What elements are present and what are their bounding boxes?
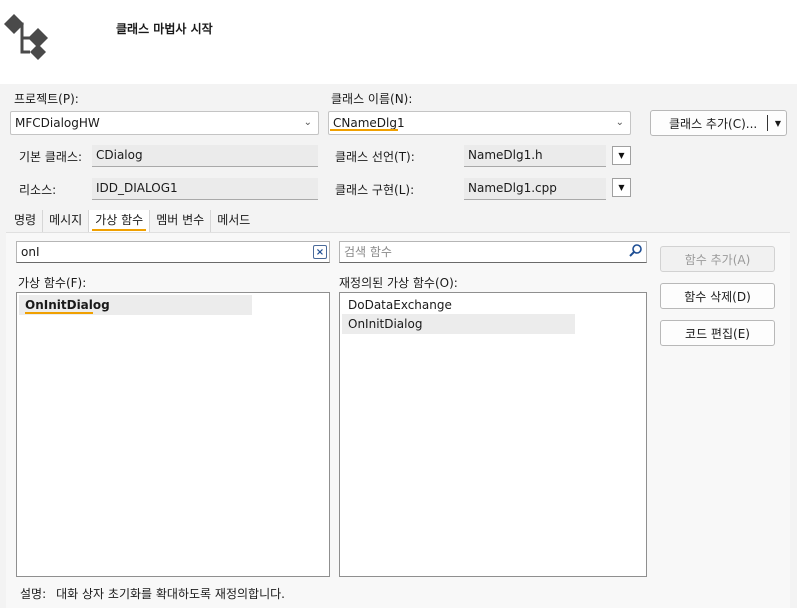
list-item-dodataexchange[interactable]: DoDataExchange <box>342 295 575 315</box>
add-class-dropdown-icon[interactable]: ▼ <box>770 111 786 135</box>
chevron-down-icon: ⌄ <box>303 117 312 128</box>
tab-member-variables[interactable]: 멤버 변수 <box>150 210 212 232</box>
description: 설명: 대화 상자 초기화를 확대하도록 재정의합니다. <box>20 585 285 602</box>
wizard-title: 클래스 마법사 시작 <box>116 22 213 36</box>
project-value: MFCDialogHW <box>15 116 100 130</box>
filter-input[interactable]: onI <box>16 241 330 263</box>
resource-label: 리소스: <box>19 183 57 197</box>
wizard-header <box>0 0 797 84</box>
filter-value: onI <box>21 245 40 259</box>
tab-strip: 명령 메시지 가상 함수 멤버 변수 메서드 <box>8 210 256 232</box>
description-label: 설명: <box>20 587 47 601</box>
class-name-highlight <box>330 129 398 131</box>
list-item-oninitdialog[interactable]: OnInitDialog <box>342 314 575 334</box>
class-implementation-dropdown-icon[interactable]: ▼ <box>612 178 631 197</box>
description-text: 대화 상자 초기화를 확대하도록 재정의합니다. <box>56 587 285 601</box>
base-class-field: CDialog <box>92 145 318 167</box>
class-declaration-dropdown-icon[interactable]: ▼ <box>612 146 631 165</box>
virtual-function-highlight <box>25 312 93 314</box>
search-placeholder: 검색 함수 <box>344 245 392 259</box>
class-declaration-label: 클래스 선언(T): <box>335 150 415 164</box>
search-icon[interactable] <box>628 243 644 259</box>
class-name-label: 클래스 이름(N): <box>331 92 413 106</box>
tab-virtual-functions[interactable]: 가상 함수 <box>89 210 151 232</box>
split-divider <box>767 115 768 131</box>
clear-filter-icon[interactable]: × <box>313 245 327 259</box>
tab-commands[interactable]: 명령 <box>8 210 44 232</box>
project-combo[interactable]: MFCDialogHW ⌄ <box>10 111 319 135</box>
add-class-label: 클래스 추가(C)... <box>669 116 758 131</box>
virtual-functions-label: 가상 함수(F): <box>18 276 87 290</box>
base-class-label: 기본 클래스: <box>19 150 83 164</box>
edit-code-button[interactable]: 코드 편집(E) <box>660 320 775 346</box>
class-implementation-field: NameDlg1.cpp <box>464 178 606 200</box>
resource-field: IDD_DIALOG1 <box>92 178 318 200</box>
tab-methods[interactable]: 메서드 <box>211 210 256 232</box>
add-function-button[interactable]: 함수 추가(A) <box>660 246 775 272</box>
search-input[interactable]: 검색 함수 <box>339 241 647 263</box>
class-declaration-field: NameDlg1.h <box>464 145 606 167</box>
project-label: 프로젝트(P): <box>14 92 79 106</box>
class-name-value: CNameDlg1 <box>333 116 405 130</box>
delete-function-button[interactable]: 함수 삭제(D) <box>660 283 775 309</box>
class-wizard-logo-icon <box>0 6 56 62</box>
tab-messages[interactable]: 메시지 <box>43 210 90 232</box>
class-implementation-label: 클래스 구현(L): <box>335 183 415 197</box>
chevron-down-icon: ⌄ <box>615 117 624 128</box>
overridden-functions-list[interactable]: DoDataExchange OnInitDialog <box>339 292 647 577</box>
class-name-combo[interactable]: CNameDlg1 ⌄ <box>328 111 631 135</box>
virtual-functions-list[interactable]: OnInitDialog <box>16 292 330 577</box>
overridden-functions-label: 재정의된 가상 함수(O): <box>339 276 458 290</box>
